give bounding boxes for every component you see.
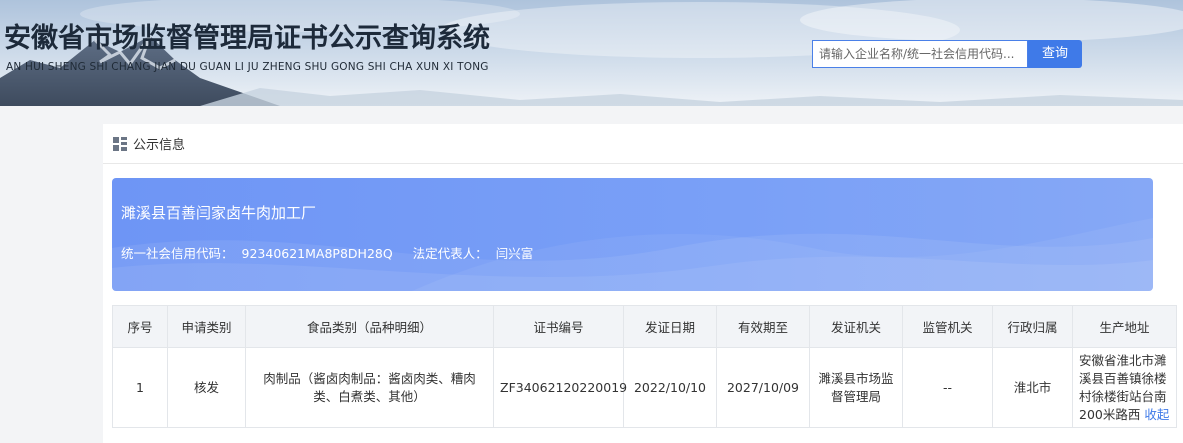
col-header-issuer: 发证机关 [809, 305, 903, 348]
col-header-food-category: 食品类别（品种明细） [245, 305, 494, 348]
header-banner: 安徽省市场监督管理局证书公示查询系统 AN HUI SHENG SHI CHAN… [0, 0, 1183, 106]
col-header-address: 生产地址 [1072, 305, 1177, 348]
table-header-row: 序号 申请类别 食品类别（品种明细） 证书编号 发证日期 有效期至 发证机关 监… [112, 305, 1177, 348]
company-meta: 统一社会信用代码： 92340621MA8P8DH28Q 法定代表人： 闫兴富 [121, 243, 549, 262]
company-card: 濉溪县百善闫家卤牛肉加工厂 统一社会信用代码： 92340621MA8P8DH28… [112, 178, 1153, 291]
site-title: 安徽省市场监督管理局证书公示查询系统 [4, 23, 490, 54]
col-header-issue-date: 发证日期 [623, 305, 717, 348]
table-row: 1 核发 肉制品（酱卤肉制品：酱卤肉类、糟肉类、白煮类、其他） ZF340621… [112, 347, 1177, 428]
public-info-panel: 公示信息 濉溪县百善闫家卤牛肉加工厂 统一社会信用代码： 92340621MA8P… [103, 124, 1183, 443]
search-button[interactable]: 查询 [1028, 40, 1082, 68]
cell-supervisor: -- [902, 347, 993, 428]
site-subtitle: AN HUI SHENG SHI CHANG JIAN DU GUAN LI J… [6, 61, 489, 73]
cell-issue-date: 2022/10/10 [623, 347, 717, 428]
cell-address: 安徽省淮北市濉溪县百善镇徐楼村徐楼街站台南200米路西 收起 [1072, 347, 1177, 428]
panel-header: 公示信息 [103, 124, 1183, 164]
cell-food-category: 肉制品（酱卤肉制品：酱卤肉类、糟肉类、白煮类、其他） [245, 347, 494, 428]
cell-region: 淮北市 [992, 347, 1073, 428]
col-header-supervisor: 监管机关 [902, 305, 993, 348]
wave-decoration [112, 218, 1153, 291]
search-input[interactable]: 请输入企业名称/统一社会信用代码... [812, 40, 1028, 68]
col-header-index: 序号 [112, 305, 168, 348]
col-header-region: 行政归属 [992, 305, 1073, 348]
legal-rep: 闫兴富 [495, 246, 534, 261]
col-header-valid-until: 有效期至 [716, 305, 810, 348]
cell-valid-until: 2027/10/09 [716, 347, 810, 428]
grid-list-icon [113, 136, 127, 151]
company-name: 濉溪县百善闫家卤牛肉加工厂 [121, 204, 317, 222]
credit-code: 92340621MA8P8DH28Q [241, 246, 393, 261]
panel-title: 公示信息 [133, 138, 186, 153]
col-header-apply-type: 申请类别 [167, 305, 246, 348]
col-header-cert-no: 证书编号 [493, 305, 624, 348]
cell-apply-type: 核发 [167, 347, 246, 428]
credit-code-label: 统一社会信用代码： [121, 246, 234, 261]
cell-index: 1 [112, 347, 168, 428]
legal-rep-label: 法定代表人： [412, 246, 488, 261]
cell-issuer: 濉溪县市场监督管理局 [809, 347, 903, 428]
certificate-table: 序号 申请类别 食品类别（品种明细） 证书编号 发证日期 有效期至 发证机关 监… [112, 305, 1177, 428]
cell-cert-no: ZF34062120220019 [493, 347, 627, 428]
collapse-link[interactable]: 收起 [1144, 407, 1169, 422]
